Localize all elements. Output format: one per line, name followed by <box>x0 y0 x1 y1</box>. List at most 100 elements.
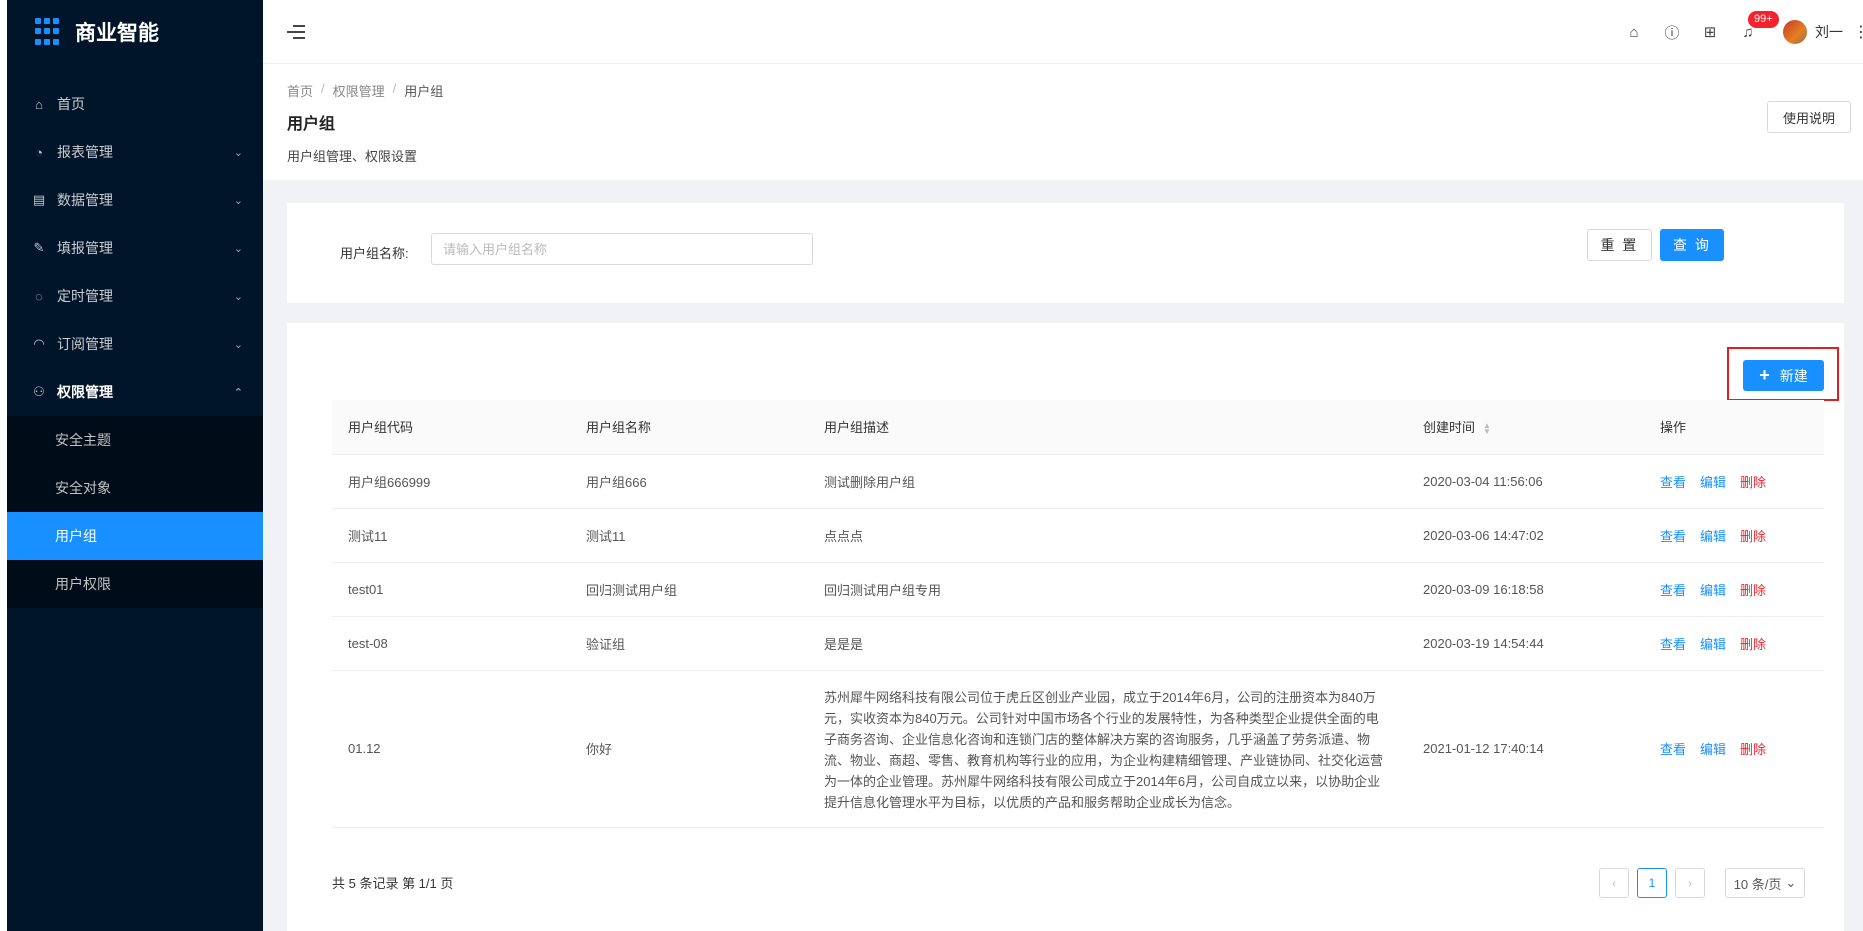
chevron-down-icon: ⌄ <box>233 242 243 255</box>
search-panel: 用户组名称: 重 置 查 询 <box>287 203 1844 303</box>
cell-name: 用户组666 <box>570 454 808 509</box>
search-label: 用户组名称: <box>340 246 409 261</box>
avatar[interactable] <box>1783 20 1807 44</box>
breadcrumb-permissions[interactable]: 权限管理 <box>333 81 385 100</box>
breadcrumb-separator: / <box>392 81 397 96</box>
sidebar-item-schedule[interactable]: ◌ 定时管理 ⌄ <box>7 272 263 320</box>
cell-actions: 查看 编辑 删除 <box>1644 454 1824 509</box>
cell-created: 2020-03-04 11:56:06 <box>1407 454 1644 509</box>
edit-link[interactable]: 编辑 <box>1700 739 1726 758</box>
edit-icon: ✎ <box>33 240 45 255</box>
prev-page-button[interactable]: ‹ <box>1599 868 1629 898</box>
sidebar-item-label: 报表管理 <box>57 144 113 160</box>
cell-actions: 查看 编辑 删除 <box>1644 616 1824 671</box>
table-panel: + 新建 用户组代码 用户组名称 用户组描述 创建时间 ▲ ▼ 操作 用户组6669… <box>287 323 1844 931</box>
sidebar-menu: ⌂ 首页 ◔ 报表管理 ⌄ ▤ 数据管理 ⌄ ✎ 填报管理 ⌄ ◌ 定时管理 ⌄… <box>7 80 263 608</box>
edit-link[interactable]: 编辑 <box>1700 526 1726 545</box>
apps-icon[interactable]: ⊞ <box>1691 0 1729 64</box>
query-button[interactable]: 查 询 <box>1660 229 1724 261</box>
sidebar-item-data[interactable]: ▤ 数据管理 ⌄ <box>7 176 263 224</box>
group-name-search-input[interactable] <box>431 233 813 265</box>
help-icon[interactable]: ⓘ <box>1653 0 1691 64</box>
sidebar-subitem-user-group[interactable]: 用户组 <box>7 512 263 560</box>
page-size-value: 10 条/页 <box>1733 876 1782 892</box>
new-button-highlight: + 新建 <box>1727 347 1839 401</box>
delete-link[interactable]: 删除 <box>1740 526 1766 545</box>
cell-actions: 查看 编辑 删除 <box>1644 670 1824 828</box>
sidebar-item-forms[interactable]: ✎ 填报管理 ⌄ <box>7 224 263 272</box>
cell-created: 2020-03-09 16:18:58 <box>1407 562 1644 617</box>
view-link[interactable]: 查看 <box>1660 526 1686 545</box>
cell-name: 验证组 <box>570 616 808 671</box>
help-button[interactable]: 使用说明 <box>1766 101 1851 133</box>
user-group-table: 用户组代码 用户组名称 用户组描述 创建时间 ▲ ▼ 操作 用户组666999 用户… <box>332 400 1824 828</box>
view-link[interactable]: 查看 <box>1660 634 1686 653</box>
pagination: ‹ 1 › 10 条/页 ⌄ <box>1599 868 1805 898</box>
sort-icon[interactable]: ▲ ▼ <box>1483 421 1491 435</box>
breadcrumb-home[interactable]: 首页 <box>287 81 313 100</box>
breadcrumb-separator: / <box>321 81 325 96</box>
column-header-desc: 用户组描述 <box>808 400 1407 455</box>
home-icon: ⌂ <box>35 96 43 112</box>
page-title: 用户组 <box>287 116 336 133</box>
pagination-summary: 共 5 条记录 第 1/1 页 <box>332 876 454 891</box>
brand: 商业智能 <box>7 0 263 64</box>
next-page-button[interactable]: › <box>1675 868 1705 898</box>
sidebar-item-home[interactable]: ⌂ 首页 <box>7 80 263 128</box>
cell-name: 测试11 <box>570 508 808 563</box>
column-header-created-label: 创建时间 <box>1423 420 1476 436</box>
more-vertical-icon[interactable]: ⋮ <box>1853 22 1863 42</box>
edit-link[interactable]: 编辑 <box>1700 634 1726 653</box>
cell-actions: 查看 编辑 删除 <box>1644 508 1824 563</box>
column-header-created[interactable]: 创建时间 ▲ ▼ <box>1407 400 1644 455</box>
home-icon[interactable]: ⌂ <box>1615 0 1653 64</box>
sidebar-item-label: 数据管理 <box>57 192 113 208</box>
new-button[interactable]: + 新建 <box>1743 360 1824 391</box>
sidebar-subitem-user-permission[interactable]: 用户权限 <box>7 560 263 608</box>
edit-link[interactable]: 编辑 <box>1700 472 1726 491</box>
view-link[interactable]: 查看 <box>1660 739 1686 758</box>
notification-bell-icon[interactable]: ♫ 99+ <box>1729 0 1780 64</box>
cell-code: 01.12 <box>332 670 570 828</box>
table-row: 用户组666999 用户组666 测试删除用户组 2020-03-04 11:5… <box>332 454 1824 509</box>
page-subtitle: 用户组管理、权限设置 <box>287 149 418 164</box>
header-actions: ⌂ ⓘ ⊞ ♫ 99+ 刘一 ⋮ <box>1615 0 1863 64</box>
top-header: ⌂ ⓘ ⊞ ♫ 99+ 刘一 ⋮ <box>263 0 1863 64</box>
cell-name: 你好 <box>570 670 808 828</box>
view-link[interactable]: 查看 <box>1660 580 1686 599</box>
column-header-code: 用户组代码 <box>332 400 570 455</box>
menu-fold-icon[interactable] <box>287 21 309 43</box>
table-row: 测试11 测试11 点点点 2020-03-06 14:47:02 查看 编辑 删除 <box>332 508 1824 563</box>
username[interactable]: 刘一 <box>1815 22 1843 42</box>
app-title: 商业智能 <box>75 22 159 45</box>
delete-link[interactable]: 删除 <box>1740 739 1766 758</box>
chevron-down-icon: ⌄ <box>233 290 243 303</box>
sidebar-item-label: 订阅管理 <box>57 336 113 352</box>
user-icon: ⚇ <box>33 384 45 399</box>
sidebar-item-subscription[interactable]: ◠ 订阅管理 ⌄ <box>7 320 263 368</box>
chevron-down-icon: ⌄ <box>1785 875 1797 890</box>
page-number-button[interactable]: 1 <box>1637 868 1667 898</box>
cell-code: test-08 <box>332 616 570 671</box>
permissions-submenu: 安全主题 安全对象 用户组 用户权限 <box>7 416 263 608</box>
breadcrumb: 首页 / 权限管理 / 用户组 <box>287 81 1839 100</box>
sidebar-item-label: 定时管理 <box>57 288 113 304</box>
plus-icon: + <box>1759 365 1770 385</box>
sidebar-subitem-security-object[interactable]: 安全对象 <box>7 464 263 512</box>
table-row: test01 回归测试用户组 回归测试用户组专用 2020-03-09 16:1… <box>332 562 1824 617</box>
cell-code: 测试11 <box>332 508 570 563</box>
sidebar-item-permissions[interactable]: ⚇ 权限管理 ⌃ <box>7 368 263 416</box>
delete-link[interactable]: 删除 <box>1740 634 1766 653</box>
delete-link[interactable]: 删除 <box>1740 472 1766 491</box>
chevron-down-icon: ⌄ <box>233 338 243 351</box>
page-size-select[interactable]: 10 条/页 ⌄ <box>1725 868 1805 898</box>
sidebar-subitem-security-topic[interactable]: 安全主题 <box>7 416 263 464</box>
delete-link[interactable]: 删除 <box>1740 580 1766 599</box>
reset-button[interactable]: 重 置 <box>1587 229 1652 261</box>
view-link[interactable]: 查看 <box>1660 472 1686 491</box>
sidebar-item-reports[interactable]: ◔ 报表管理 ⌄ <box>7 128 263 176</box>
apps-grid-logo-icon <box>35 18 63 46</box>
edit-link[interactable]: 编辑 <box>1700 580 1726 599</box>
cell-desc: 测试删除用户组 <box>808 454 1407 509</box>
sidebar: 商业智能 ⌂ 首页 ◔ 报表管理 ⌄ ▤ 数据管理 ⌄ ✎ 填报管理 ⌄ ◌ 定… <box>7 0 263 931</box>
